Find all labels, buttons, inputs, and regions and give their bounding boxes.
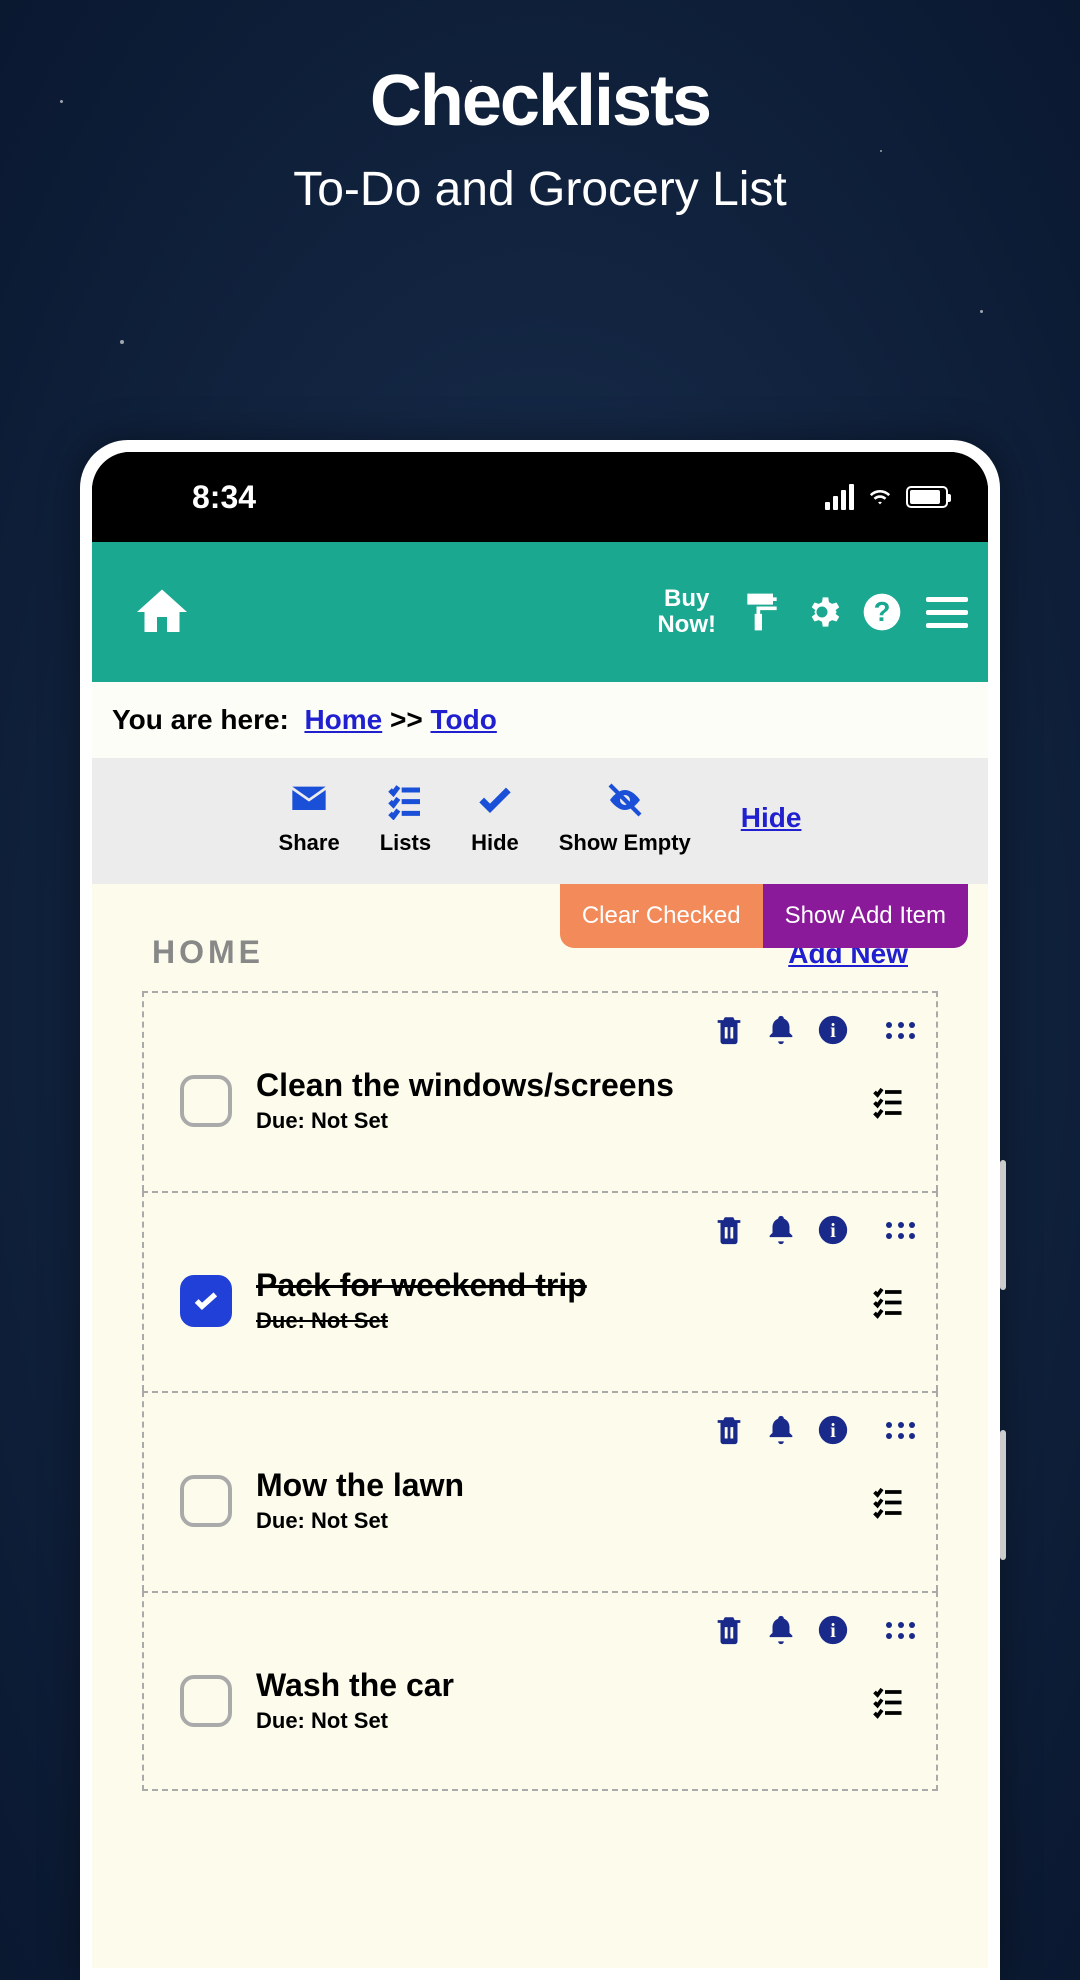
section-title: HOME: [152, 934, 264, 971]
task-title: Clean the windows/screens: [256, 1067, 846, 1104]
task-checkbox[interactable]: [180, 1675, 232, 1727]
task-due: Due: Not Set: [256, 1308, 846, 1334]
help-icon[interactable]: ?: [858, 588, 906, 636]
hide-link[interactable]: Hide: [741, 802, 802, 834]
promo-subtitle: To-Do and Grocery List: [0, 162, 1080, 217]
task-due: Due: Not Set: [256, 1508, 846, 1534]
task-title: Wash the car: [256, 1667, 846, 1704]
info-icon[interactable]: i: [816, 1613, 850, 1647]
buy-now-button[interactable]: Buy Now!: [657, 586, 716, 639]
task-checkbox[interactable]: [180, 1075, 232, 1127]
clear-checked-button[interactable]: Clear Checked: [560, 884, 763, 948]
list-check-icon: [385, 780, 425, 820]
phone-frame: 8:34 Buy Now! ?: [80, 440, 1000, 1980]
home-icon[interactable]: [132, 582, 192, 642]
status-time: 8:34: [192, 479, 256, 516]
svg-text:?: ?: [874, 596, 891, 627]
battery-icon: [906, 486, 948, 508]
trash-icon[interactable]: [712, 1013, 746, 1047]
check-icon: [475, 780, 515, 820]
toolbar: Share Lists Hide Show Empty Hide: [92, 758, 988, 884]
menu-icon[interactable]: [926, 597, 968, 628]
task-due: Due: Not Set: [256, 1108, 846, 1134]
eye-slash-icon: [605, 780, 645, 820]
hide-button[interactable]: Hide: [471, 780, 519, 856]
envelope-icon: [289, 780, 329, 820]
info-icon[interactable]: i: [816, 1013, 850, 1047]
gear-icon[interactable]: [798, 588, 846, 636]
svg-text:i: i: [830, 1220, 836, 1242]
status-bar: 8:34: [92, 452, 988, 542]
task-checkbox[interactable]: [180, 1475, 232, 1527]
trash-icon[interactable]: [712, 1613, 746, 1647]
bell-icon[interactable]: [764, 1013, 798, 1047]
share-button[interactable]: Share: [279, 780, 340, 856]
task-checkbox[interactable]: [180, 1275, 232, 1327]
task-item: i Pack for weekend trip Due: Not Set: [142, 1191, 938, 1391]
breadcrumb-todo-link[interactable]: Todo: [431, 704, 497, 735]
drag-handle-icon[interactable]: [886, 1222, 916, 1239]
signal-icon: [825, 484, 854, 510]
list-icon[interactable]: [870, 1483, 906, 1519]
list-icon[interactable]: [870, 1083, 906, 1119]
promo-title: Checklists: [0, 60, 1080, 142]
drag-handle-icon[interactable]: [886, 1622, 916, 1639]
trash-icon[interactable]: [712, 1213, 746, 1247]
paint-roller-icon[interactable]: [738, 588, 786, 636]
task-item: i Wash the car Due: Not Set: [142, 1591, 938, 1791]
list-icon[interactable]: [870, 1683, 906, 1719]
task-title: Pack for weekend trip: [256, 1267, 846, 1304]
breadcrumb-home-link[interactable]: Home: [304, 704, 382, 735]
lists-button[interactable]: Lists: [380, 780, 431, 856]
bell-icon[interactable]: [764, 1213, 798, 1247]
trash-icon[interactable]: [712, 1413, 746, 1447]
drag-handle-icon[interactable]: [886, 1422, 916, 1439]
svg-text:i: i: [830, 1620, 836, 1642]
svg-text:i: i: [830, 1420, 836, 1442]
bell-icon[interactable]: [764, 1613, 798, 1647]
info-icon[interactable]: i: [816, 1213, 850, 1247]
breadcrumb: You are here: Home >> Todo: [92, 682, 988, 758]
list-icon[interactable]: [870, 1283, 906, 1319]
show-empty-button[interactable]: Show Empty: [559, 780, 691, 856]
task-title: Mow the lawn: [256, 1467, 846, 1504]
svg-text:i: i: [830, 1020, 836, 1042]
bell-icon[interactable]: [764, 1413, 798, 1447]
wifi-icon: [866, 486, 894, 508]
app-header: Buy Now! ?: [92, 542, 988, 682]
info-icon[interactable]: i: [816, 1413, 850, 1447]
task-item: i Mow the lawn Due: Not Set: [142, 1391, 938, 1591]
task-item: i Clean the windows/screens Due: Not Set: [142, 991, 938, 1191]
drag-handle-icon[interactable]: [886, 1022, 916, 1039]
content-area: Clear Checked Show Add Item HOME Add New…: [92, 884, 988, 1968]
show-add-item-button[interactable]: Show Add Item: [763, 884, 968, 948]
task-due: Due: Not Set: [256, 1708, 846, 1734]
